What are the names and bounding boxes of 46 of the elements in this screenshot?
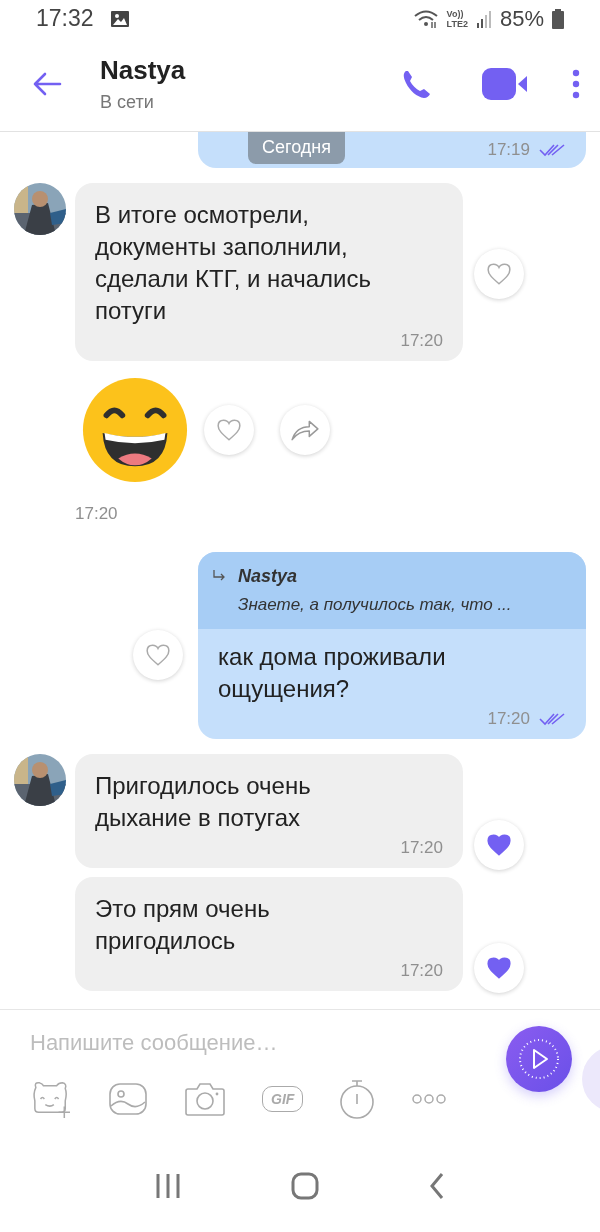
message-time: 17:20 bbox=[75, 503, 119, 524]
clock: 17:32 bbox=[36, 5, 94, 33]
message-time: 17:20 bbox=[400, 330, 443, 351]
signal-icon bbox=[475, 9, 492, 29]
like-button[interactable] bbox=[474, 942, 524, 993]
like-button[interactable] bbox=[474, 819, 524, 870]
video-call-icon[interactable] bbox=[482, 68, 528, 101]
heart-icon bbox=[486, 261, 512, 286]
wifi-icon bbox=[412, 9, 439, 29]
contact-status: В сети bbox=[100, 92, 155, 114]
home-icon[interactable] bbox=[291, 1172, 319, 1200]
message-text: В итоге осмотрели, документы заполнили, сделали КТГ, и начались потуги bbox=[95, 199, 372, 326]
image-icon bbox=[109, 10, 130, 28]
heart-icon bbox=[486, 832, 512, 857]
network-label: LTE2 bbox=[446, 19, 468, 29]
sticker-add-icon[interactable] bbox=[30, 1080, 72, 1119]
video-message-button[interactable] bbox=[506, 1026, 572, 1093]
message-time: 17:20 bbox=[487, 708, 530, 729]
message-text: Пригодилось очень дыхание в потугах bbox=[95, 770, 312, 833]
battery-icon bbox=[552, 9, 564, 29]
recent-apps-icon[interactable] bbox=[155, 1173, 181, 1199]
message-time: 17:20 bbox=[400, 960, 443, 981]
forward-button[interactable] bbox=[280, 404, 330, 455]
camera-icon[interactable] bbox=[184, 1081, 226, 1118]
reply-author: Nastya bbox=[238, 565, 298, 587]
message-text: как дома проживали ощущения? bbox=[217, 641, 447, 704]
back-nav-icon[interactable] bbox=[429, 1172, 445, 1200]
heart-icon bbox=[216, 417, 242, 442]
message-input[interactable]: Напишите сообщение… bbox=[30, 1030, 470, 1057]
play-icon bbox=[517, 1037, 561, 1082]
date-chip: Сегодня bbox=[248, 131, 345, 164]
more-icon[interactable] bbox=[411, 1093, 448, 1106]
message-time: 17:19 bbox=[487, 139, 530, 160]
contact-name: Nastya bbox=[100, 55, 187, 87]
reply-text: Знаете, а получилось так, что ... bbox=[237, 594, 513, 615]
back-icon[interactable] bbox=[32, 72, 62, 97]
heart-icon bbox=[486, 955, 512, 980]
more-options-icon[interactable] bbox=[572, 69, 580, 100]
timer-icon[interactable] bbox=[339, 1078, 376, 1121]
gif-button[interactable]: GIF bbox=[262, 1086, 304, 1113]
network-label: Vo)) bbox=[446, 9, 465, 19]
battery-percent: 85% bbox=[499, 6, 544, 32]
heart-icon bbox=[145, 642, 171, 667]
gallery-icon[interactable] bbox=[108, 1082, 148, 1117]
message-time: 17:20 bbox=[400, 837, 443, 858]
message-text: Это прям очень пригодилось bbox=[95, 893, 271, 956]
